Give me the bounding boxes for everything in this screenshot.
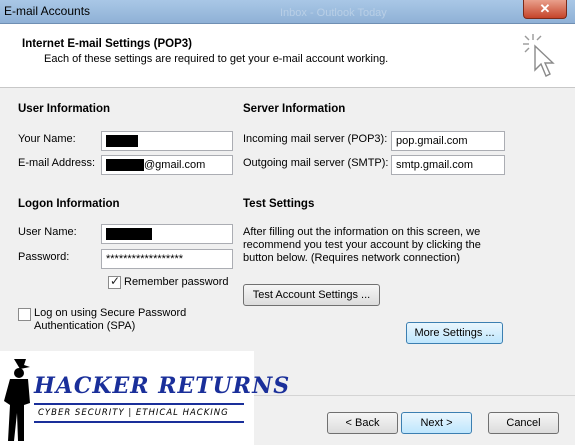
hacker-figure-icon [4, 359, 30, 441]
user-info-heading: User Information [18, 103, 111, 115]
test-settings-heading: Test Settings [243, 198, 315, 210]
watermark-rule-bottom [34, 421, 244, 423]
remember-password-checkbox[interactable] [108, 274, 121, 289]
background-window-title: Inbox - Outlook Today [280, 7, 387, 19]
password-label: Password: [18, 251, 70, 263]
watermark-subtitle: CYBER SECURITY | ETHICAL HACKING [38, 408, 229, 418]
cancel-button[interactable]: Cancel [488, 412, 559, 434]
test-description-line1: After filling out the information on thi… [243, 226, 481, 238]
username-field[interactable] [101, 224, 233, 244]
spa-label-line1: Log on using Secure Password [34, 307, 187, 319]
title-bar: Inbox - Outlook Today E-mail Accounts ✕ [0, 0, 575, 24]
logon-info-heading: Logon Information [18, 198, 120, 210]
watermark-title: HACKER RETURNS [34, 373, 291, 399]
page-subtitle: Each of these settings are required to g… [44, 53, 389, 65]
outgoing-server-label: Outgoing mail server (SMTP): [243, 157, 389, 169]
server-info-heading: Server Information [243, 103, 346, 115]
email-address-label: E-mail Address: [18, 157, 96, 169]
your-name-label: Your Name: [18, 133, 76, 145]
incoming-server-field[interactable]: pop.gmail.com [391, 131, 505, 151]
your-name-field[interactable] [101, 131, 233, 151]
test-account-settings-button[interactable]: Test Account Settings ... [243, 284, 380, 306]
close-button[interactable]: ✕ [523, 0, 567, 19]
page-title: Internet E-mail Settings (POP3) [22, 38, 192, 50]
more-settings-button[interactable]: More Settings ... [406, 322, 503, 344]
redacted-name [106, 135, 138, 148]
redacted-username [106, 228, 152, 241]
remember-password-label: Remember password [124, 276, 229, 288]
watermark-logo: HACKER RETURNS CYBER SECURITY | ETHICAL … [0, 351, 289, 445]
window-title: E-mail Accounts [4, 4, 91, 18]
test-description-line2: recommend you test your account by click… [243, 239, 481, 251]
test-description-line3: button below. (Requires network connecti… [243, 252, 461, 264]
next-button[interactable]: Next > [401, 412, 472, 434]
spa-checkbox[interactable] [18, 308, 31, 321]
watermark-rule-top [34, 403, 244, 405]
sparkle-cursor-icon [523, 34, 555, 77]
dialog-header: Internet E-mail Settings (POP3) Each of … [0, 24, 575, 88]
outgoing-server-field[interactable]: smtp.gmail.com [391, 155, 505, 175]
back-button[interactable]: < Back [327, 412, 398, 434]
password-field[interactable]: ****************** [101, 249, 233, 269]
email-domain: @gmail.com [144, 159, 206, 171]
redacted-email-user [106, 159, 144, 172]
spa-label-line2: Authentication (SPA) [34, 320, 136, 332]
incoming-server-label: Incoming mail server (POP3): [243, 133, 388, 145]
email-address-field[interactable]: @gmail.com [101, 155, 233, 175]
username-label: User Name: [18, 226, 77, 238]
